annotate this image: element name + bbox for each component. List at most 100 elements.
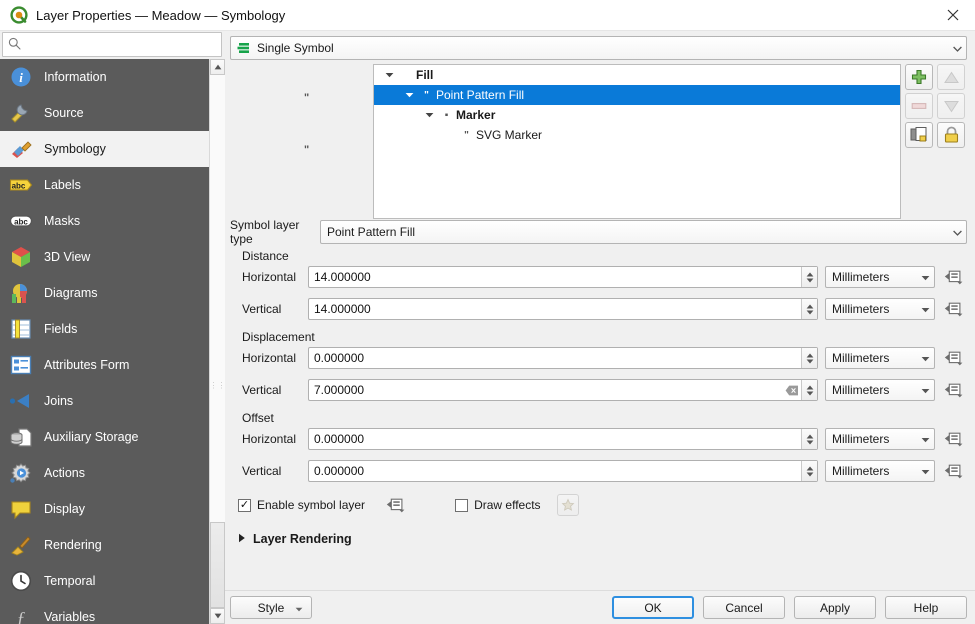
lock-layer-button[interactable] <box>937 122 965 148</box>
sidebar-scrollbar[interactable]: ⋮⋮ <box>209 59 226 624</box>
sidebar-item-actions[interactable]: Actions <box>0 455 209 491</box>
symbol-tree-row[interactable]: ▪ Marker <box>374 105 900 125</box>
ok-button[interactable]: OK <box>612 596 694 619</box>
button-label: Cancel <box>725 600 763 615</box>
data-defined-override-button[interactable] <box>941 347 967 369</box>
chevron-down-icon[interactable] <box>400 92 418 98</box>
symbol-tree-row[interactable]: Fill <box>374 65 900 85</box>
duplicate-symbol-layer-button[interactable] <box>905 122 933 148</box>
symbol-tree-row-label: SVG Marker <box>476 128 543 142</box>
unit-combo[interactable]: Millimeters <box>825 347 935 369</box>
numeric-spinbox[interactable] <box>308 460 818 482</box>
sidebar-item-rendering[interactable]: Rendering <box>0 527 209 563</box>
renderer-type-combo[interactable]: Single Symbol <box>230 36 967 60</box>
spinbox-stepper[interactable] <box>801 380 817 400</box>
scroll-up-arrow-icon[interactable] <box>210 59 225 75</box>
spinbox-input[interactable] <box>309 461 801 481</box>
spinbox-input[interactable] <box>309 267 801 287</box>
enable-symbol-layer-checkbox[interactable]: ✓ <box>238 498 251 512</box>
search-icon <box>8 37 21 53</box>
draw-effects-settings-button[interactable] <box>556 494 579 516</box>
sidebar-item-temporal[interactable]: Temporal <box>0 563 209 599</box>
numeric-spinbox[interactable] <box>308 298 818 320</box>
style-menu-button[interactable]: Style <box>230 596 312 619</box>
chevron-down-icon[interactable] <box>420 112 438 118</box>
sidebar-item-auxiliary-storage[interactable]: Auxiliary Storage <box>0 419 209 455</box>
preview-marker-glyph: " <box>304 92 309 104</box>
scrollbar-thumb[interactable] <box>210 522 225 608</box>
data-defined-override-button[interactable] <box>941 379 967 401</box>
unit-combo[interactable]: Millimeters <box>825 460 935 482</box>
unit-combo-label: Millimeters <box>832 464 890 478</box>
spinbox-stepper[interactable] <box>801 267 817 287</box>
numeric-spinbox[interactable] <box>308 347 818 369</box>
help-button[interactable]: Help <box>885 596 967 619</box>
apply-button[interactable]: Apply <box>794 596 876 619</box>
sidebar-item-variables[interactable]: ƒ Variables <box>0 599 209 624</box>
sidebar-item-label: Variables <box>44 610 96 624</box>
sidebar-item-source[interactable]: Source <box>0 95 209 131</box>
sidebar-item-labels[interactable]: abc Labels <box>0 167 209 203</box>
symbology-panel: Single Symbol " " Fill " Point Pattern Fil… <box>225 31 975 624</box>
scroll-down-arrow-icon[interactable] <box>210 608 225 624</box>
spinbox-stepper[interactable] <box>801 299 817 319</box>
sidebar-item-label: Joins <box>44 394 74 408</box>
spinbox-stepper[interactable] <box>801 461 817 481</box>
arrow-up-icon <box>943 71 959 84</box>
sidebar-item-display[interactable]: Display <box>0 491 209 527</box>
sidebar-item-symbology[interactable]: Symbology <box>0 131 209 167</box>
minus-icon <box>911 101 927 111</box>
symbol-layer-tree[interactable]: Fill " Point Pattern Fill ▪ Marker " SVG Marke… <box>373 64 901 219</box>
layer-properties-dialog: Layer Properties — Meadow — Symbology i … <box>0 0 975 624</box>
add-symbol-layer-button[interactable] <box>905 64 933 90</box>
chevron-right-icon <box>238 532 246 546</box>
sidebar-search-box[interactable] <box>2 32 222 57</box>
spinbox-stepper[interactable] <box>801 348 817 368</box>
data-defined-override-button[interactable] <box>941 266 967 288</box>
data-defined-override-button[interactable] <box>941 460 967 482</box>
numeric-spinbox[interactable] <box>308 428 818 450</box>
spinbox-input[interactable] <box>309 299 801 319</box>
data-defined-override-button[interactable] <box>941 428 967 450</box>
star-icon <box>561 498 574 511</box>
symbol-tree-row[interactable]: " SVG Marker <box>374 125 900 145</box>
unit-combo[interactable]: Millimeters <box>825 266 935 288</box>
sidebar-item-fields[interactable]: Fields <box>0 311 209 347</box>
unit-combo[interactable]: Millimeters <box>825 298 935 320</box>
symbol-tree-row-label: Marker <box>456 108 496 122</box>
sidebar-item-attributes-form[interactable]: Attributes Form <box>0 347 209 383</box>
sidebar-item-masks[interactable]: abc Masks <box>0 203 209 239</box>
layer-rendering-section-toggle[interactable]: Layer Rendering <box>238 532 967 546</box>
property-field-row: Vertical Millimeters <box>230 379 967 401</box>
single-symbol-icon <box>237 41 251 55</box>
unit-combo-label: Millimeters <box>832 302 890 316</box>
spinbox-input[interactable] <box>309 429 801 449</box>
enable-symbol-layer-data-defined-override-button[interactable] <box>383 494 409 516</box>
sidebar-item-joins[interactable]: Joins <box>0 383 209 419</box>
data-defined-override-button[interactable] <box>941 298 967 320</box>
sidebar-item-diagrams[interactable]: Diagrams <box>0 275 209 311</box>
sidebar-item-3d-view[interactable]: 3D View <box>0 239 209 275</box>
sidebar-item-information[interactable]: i Information <box>0 59 209 95</box>
unit-combo[interactable]: Millimeters <box>825 428 935 450</box>
spinbox-stepper[interactable] <box>801 429 817 449</box>
preview-marker-glyph: " <box>304 144 309 156</box>
sidebar-item-label: Labels <box>44 178 81 192</box>
clear-field-icon[interactable] <box>783 380 801 400</box>
close-window-button[interactable] <box>931 0 975 31</box>
search-input[interactable] <box>21 33 221 56</box>
numeric-spinbox[interactable] <box>308 266 818 288</box>
chevron-down-icon[interactable] <box>380 72 398 78</box>
field-label: Horizontal <box>242 351 297 365</box>
button-label: OK <box>644 600 662 615</box>
symbol-tree-row[interactable]: " Point Pattern Fill <box>374 85 900 105</box>
sidebar-item-label: Display <box>44 502 85 516</box>
symbol-layer-type-combo[interactable]: Point Pattern Fill <box>320 220 967 244</box>
cancel-button[interactable]: Cancel <box>703 596 785 619</box>
draw-effects-checkbox[interactable] <box>455 498 469 512</box>
numeric-spinbox[interactable] <box>308 379 818 401</box>
spinbox-input[interactable] <box>309 380 783 400</box>
unit-combo[interactable]: Millimeters <box>825 379 935 401</box>
spinbox-input[interactable] <box>309 348 801 368</box>
scrollbar-track[interactable]: ⋮⋮ <box>210 75 226 608</box>
